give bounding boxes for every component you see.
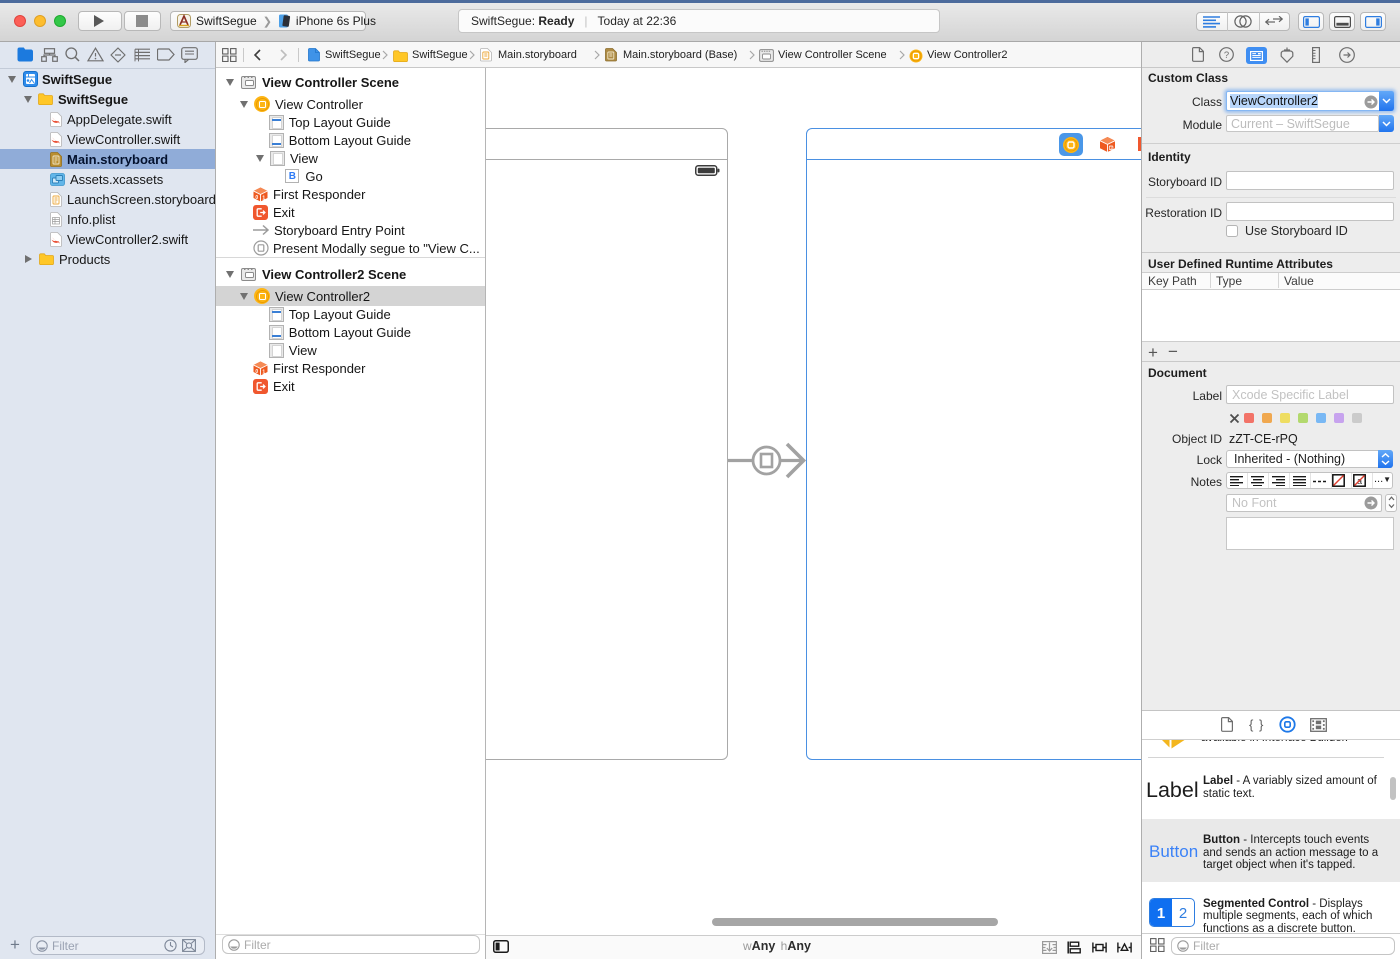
svg-text:?: ? xyxy=(1224,50,1229,61)
svg-text:1: 1 xyxy=(262,369,265,375)
svg-text:0: 0 xyxy=(255,194,258,200)
svg-text:1: 1 xyxy=(262,195,265,201)
svg-text:1: 1 xyxy=(1110,146,1112,150)
svg-text:0: 0 xyxy=(255,369,258,375)
